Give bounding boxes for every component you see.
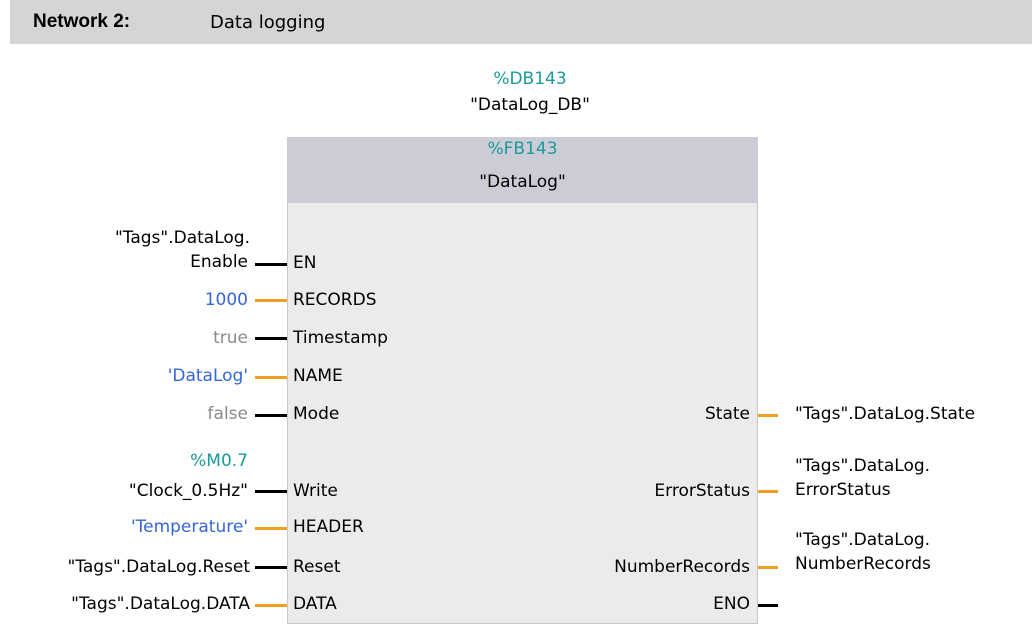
timestamp-connector (255, 337, 287, 340)
mode-param[interactable]: false (100, 403, 248, 425)
timestamp-param[interactable]: true (100, 327, 248, 349)
errorstatus-param-line1[interactable]: "Tags".DataLog. (795, 455, 930, 477)
numberrecords-param-line1[interactable]: "Tags".DataLog. (795, 529, 930, 551)
pin-errorstatus[interactable]: ErrorStatus (580, 480, 750, 502)
pin-data[interactable]: DATA (293, 593, 337, 615)
instance-db-name[interactable]: "DataLog_DB" (420, 94, 640, 116)
en-connector (255, 263, 287, 266)
en-param-line2[interactable]: Enable (40, 251, 248, 273)
pin-name[interactable]: NAME (293, 365, 343, 387)
state-connector (758, 414, 778, 417)
pin-timestamp[interactable]: Timestamp (293, 327, 388, 349)
function-block-box[interactable] (287, 137, 758, 624)
pin-state[interactable]: State (600, 403, 750, 425)
pin-eno[interactable]: ENO (600, 593, 750, 615)
records-connector (255, 299, 287, 302)
state-param[interactable]: "Tags".DataLog.State (795, 403, 975, 425)
eno-connector (758, 604, 778, 607)
network-number: Network 2: (33, 11, 131, 32)
pin-reset[interactable]: Reset (293, 556, 341, 578)
instance-db-address: %DB143 (493, 69, 567, 89)
header-connector (255, 527, 287, 530)
pin-en[interactable]: EN (293, 252, 316, 274)
numberrecords-connector (758, 566, 778, 569)
write-connector (255, 490, 287, 493)
network-header[interactable]: Network 2: Data logging (10, 0, 1032, 44)
pin-write[interactable]: Write (293, 480, 338, 502)
write-param[interactable]: "Clock_0.5Hz" (40, 480, 248, 502)
name-connector (255, 376, 287, 379)
en-param-line1[interactable]: "Tags".DataLog. (40, 227, 250, 249)
function-block-header[interactable]: %FB143 "DataLog" (287, 137, 758, 203)
block-address: %FB143 (487, 139, 558, 159)
header-param[interactable]: 'Temperature' (80, 516, 248, 538)
pin-header[interactable]: HEADER (293, 516, 364, 538)
pin-mode[interactable]: Mode (293, 403, 339, 425)
data-connector (255, 604, 287, 607)
mode-connector (255, 414, 287, 417)
numberrecords-param-line2[interactable]: NumberRecords (795, 553, 931, 575)
write-param-address[interactable]: %M0.7 (100, 450, 248, 472)
errorstatus-param-line2[interactable]: ErrorStatus (795, 479, 891, 501)
network-title[interactable]: Data logging (210, 12, 325, 33)
records-param[interactable]: 1000 (100, 289, 248, 311)
errorstatus-connector (758, 490, 778, 493)
name-param[interactable]: 'DataLog' (100, 365, 248, 387)
pin-numberrecords[interactable]: NumberRecords (560, 556, 750, 578)
reset-param[interactable]: "Tags".DataLog.Reset (0, 556, 250, 578)
data-param[interactable]: "Tags".DataLog.DATA (0, 593, 250, 615)
block-name: "DataLog" (479, 172, 566, 192)
pin-records[interactable]: RECORDS (293, 289, 377, 311)
reset-connector (255, 566, 287, 569)
